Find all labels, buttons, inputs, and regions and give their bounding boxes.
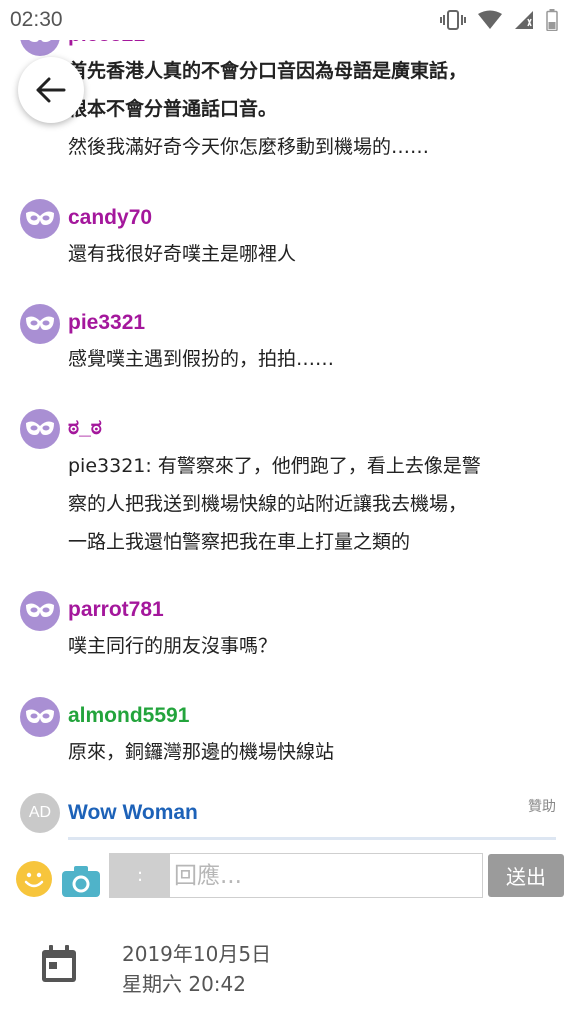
response-username[interactable]: pie3321 [68, 311, 145, 335]
status-time: 02:30 [10, 8, 63, 31]
response-thread[interactable]: pie3321 首先香港人真的不會分口音因為母語是廣東話， 根本不會分普通話口音… [0, 20, 576, 840]
qualifier-selector[interactable]: : [110, 854, 170, 897]
user-avatar[interactable] [20, 591, 60, 631]
response-item: ಠ_ಠ pie3321: 有警察來了，他們跑了，看上去像是警 察的人把我送到機場… [0, 409, 576, 579]
response-item: candy70 還有我很好奇噗主是哪裡人 [0, 199, 576, 289]
text-line: 還有我很好奇噗主是哪裡人 [68, 243, 297, 265]
response-item: parrot781 噗主同行的朋友沒事嗎？ [0, 591, 576, 681]
calendar-icon [42, 945, 76, 982]
sponsor-label: 贊助 [528, 799, 556, 815]
text-line: pie3321: 有警察來了，他們跑了，看上去像是警 [68, 455, 481, 477]
mask-icon [26, 211, 54, 225]
response-text: 原來，銅鑼灣那邊的機場快線站 [68, 733, 558, 771]
emoji-button[interactable] [16, 861, 52, 897]
reply-field: : [109, 853, 483, 898]
text-line: 原來，銅鑼灣那邊的機場快線站 [68, 741, 335, 763]
user-avatar[interactable] [20, 199, 60, 239]
response-text: 噗主同行的朋友沒事嗎？ [68, 627, 558, 665]
arrow-left-icon [36, 77, 66, 103]
battery-icon [546, 9, 558, 31]
response-username[interactable]: ಠ_ಠ [68, 416, 102, 440]
timestamp-section: 2019年10月5日 星期六 20:42 [0, 910, 576, 1024]
reply-input[interactable] [174, 854, 474, 897]
camera-button[interactable] [62, 865, 100, 897]
response-username[interactable]: almond5591 [68, 704, 189, 728]
status-bar: 02:30 [0, 0, 576, 40]
smiley-icon [24, 872, 44, 888]
response-username[interactable]: parrot781 [68, 598, 164, 622]
response-item: almond5591 原來，銅鑼灣那邊的機場快線站 [0, 697, 576, 787]
text-line: 噗主同行的朋友沒事嗎？ [68, 635, 278, 657]
time-text: 星期六 20:42 [122, 972, 246, 996]
user-avatar[interactable] [20, 409, 60, 449]
text-line: 然後我滿好奇今天你怎麼移動到機場的…… [68, 136, 430, 158]
mask-icon [26, 709, 54, 723]
status-icons [440, 8, 558, 32]
response-text: pie3321: 有警察來了，他們跑了，看上去像是警 察的人把我送到機場快線的站… [68, 447, 558, 561]
back-button[interactable] [18, 57, 84, 123]
mask-icon [26, 603, 54, 617]
vibrate-icon [440, 10, 466, 30]
text-line: 首先香港人真的不會分口音因為母語是廣東話， [68, 60, 468, 82]
reply-bar: : 送出 [0, 844, 576, 910]
response-text: 首先香港人真的不會分口音因為母語是廣東話， 根本不會分普通話口音。 然後我滿好奇… [68, 52, 558, 166]
text-line: 察的人把我送到機場快線的站附近讓我去機場， [68, 493, 468, 515]
ad-avatar: AD [20, 793, 60, 833]
response-text: 感覺噗主遇到假扮的，拍拍…… [68, 340, 558, 378]
response-item: pie3321 首先香港人真的不會分口音因為母語是廣東話， 根本不會分普通話口音… [0, 20, 576, 176]
mask-icon [26, 316, 54, 330]
user-avatar[interactable] [20, 697, 60, 737]
text-line: 一路上我還怕警察把我在車上打量之類的 [68, 531, 411, 553]
mask-icon [26, 421, 54, 435]
date-text: 2019年10月5日 [122, 942, 272, 966]
ad-name[interactable]: Wow Woman [68, 801, 198, 825]
send-button[interactable]: 送出 [488, 854, 564, 897]
ad-card[interactable] [68, 837, 556, 840]
response-text: 還有我很好奇噗主是哪裡人 [68, 235, 558, 273]
response-item: pie3321 感覺噗主遇到假扮的，拍拍…… [0, 304, 576, 394]
sponsored-response[interactable]: AD Wow Woman 贊助 [0, 793, 576, 840]
wifi-icon [478, 10, 502, 29]
camera-icon [62, 866, 100, 897]
text-line: 根本不會分普通話口音。 [68, 98, 278, 120]
user-avatar[interactable] [20, 304, 60, 344]
response-username[interactable]: candy70 [68, 206, 152, 230]
cell-signal-icon [515, 11, 533, 29]
text-line: 感覺噗主遇到假扮的，拍拍…… [68, 348, 335, 370]
